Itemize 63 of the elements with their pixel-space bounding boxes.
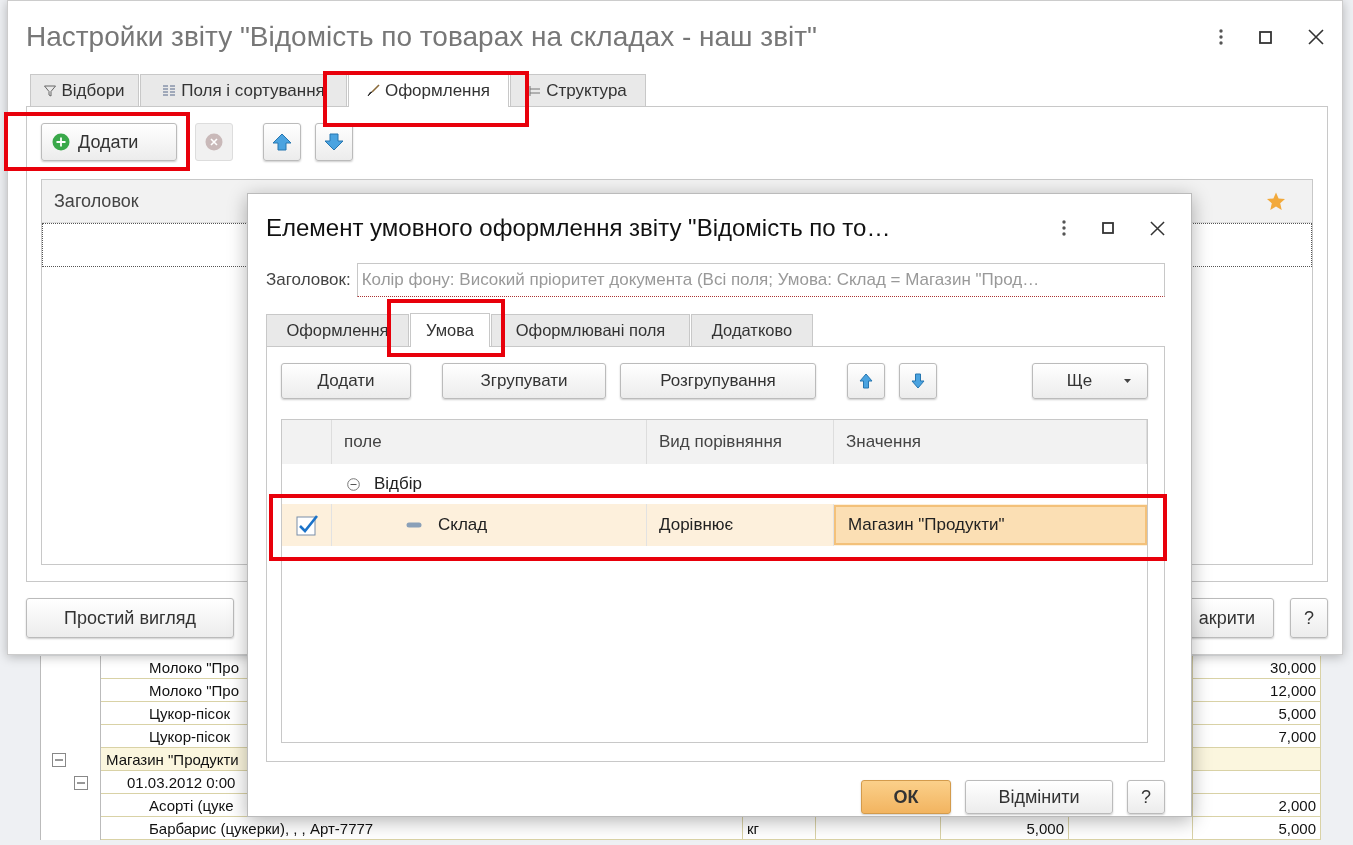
table-cell: 2,000	[1193, 794, 1321, 817]
field-label: Заголовок:	[266, 270, 351, 290]
table-cell: Дорівнює	[659, 515, 734, 535]
simple-view-button[interactable]: Простий вигляд	[26, 598, 234, 638]
plus-icon	[52, 133, 70, 151]
close-icon[interactable]	[1150, 220, 1165, 236]
column-header: Вид порівняння	[659, 432, 782, 452]
toolbar-button[interactable]: Розгрупування	[620, 363, 816, 399]
close-icon	[205, 133, 223, 151]
help-button[interactable]: ?	[1290, 598, 1328, 638]
arrow-down-icon	[324, 133, 344, 151]
close-icon[interactable]	[1308, 29, 1324, 45]
tab[interactable]: Структура	[510, 74, 646, 106]
tab[interactable]: Оформлення	[348, 73, 509, 107]
table-cell: 30,000	[1193, 656, 1321, 679]
table-cell: 5,000	[1193, 817, 1321, 840]
toolbar-button[interactable]: Згрупувати	[442, 363, 606, 399]
value-field[interactable]: Магазин "Продукти"	[834, 505, 1147, 545]
table-cell: 12,000	[1193, 679, 1321, 702]
toolbar-button[interactable]: Додати	[281, 363, 411, 399]
arrow-up-icon	[859, 373, 873, 389]
collapse-icon[interactable]	[347, 477, 360, 491]
table-row[interactable]: Склад Дорівнює Магазин "Продукти"	[282, 504, 1147, 546]
table-cell: Відбір	[374, 474, 422, 494]
tab[interactable]: Оформлення	[266, 314, 409, 346]
add-button[interactable]: Додати	[41, 123, 177, 161]
tab[interactable]: Оформлювані поля	[491, 314, 690, 346]
column-header: поле	[344, 432, 382, 452]
dialog-title: Елемент умовного оформлення звіту "Відомість по то…	[266, 214, 891, 242]
collapse-icon[interactable]	[74, 775, 88, 790]
column-header: Значення	[846, 432, 922, 452]
list-icon	[162, 84, 177, 97]
tab[interactable]: Поля і сортування	[140, 74, 347, 106]
collapse-icon[interactable]	[52, 752, 66, 767]
ok-button[interactable]: ОК	[861, 780, 951, 814]
table-cell: 5,000	[1193, 702, 1321, 725]
move-down-button[interactable]	[315, 123, 353, 161]
star-icon[interactable]	[1266, 191, 1286, 211]
move-up-button[interactable]	[263, 123, 301, 161]
dash-icon	[406, 522, 422, 528]
help-button[interactable]: ?	[1127, 780, 1165, 814]
caret-icon	[1124, 379, 1132, 383]
move-up-button[interactable]	[847, 363, 885, 399]
caption-field[interactable]: Колір фону: Високий пріоритет документа (Всі поля; Умова: Склад = Магазин "Прод…	[356, 263, 1165, 297]
window-title: Настройки звіту "Відомість по товарах на складах - наш звіт"	[26, 21, 818, 53]
cancel-button[interactable]: Відмінити	[965, 780, 1113, 814]
table-cell: Склад	[438, 515, 488, 535]
more-icon[interactable]	[1062, 220, 1066, 236]
tab[interactable]: Відбори	[30, 74, 139, 106]
move-down-button[interactable]	[899, 363, 937, 399]
more-button[interactable]: Ще	[1032, 363, 1148, 399]
column-header: Заголовок	[54, 190, 139, 212]
structure-icon	[529, 84, 542, 97]
arrow-down-icon	[911, 373, 925, 389]
tab[interactable]: Умова	[410, 313, 490, 347]
more-icon[interactable]	[1219, 29, 1223, 45]
maximize-icon[interactable]	[1259, 30, 1272, 44]
filter-icon	[44, 84, 57, 97]
checkbox[interactable]	[295, 514, 318, 536]
tab[interactable]: Додатково	[691, 314, 813, 346]
brush-icon	[366, 84, 380, 97]
maximize-icon[interactable]	[1102, 222, 1114, 234]
arrow-up-icon	[272, 133, 292, 151]
